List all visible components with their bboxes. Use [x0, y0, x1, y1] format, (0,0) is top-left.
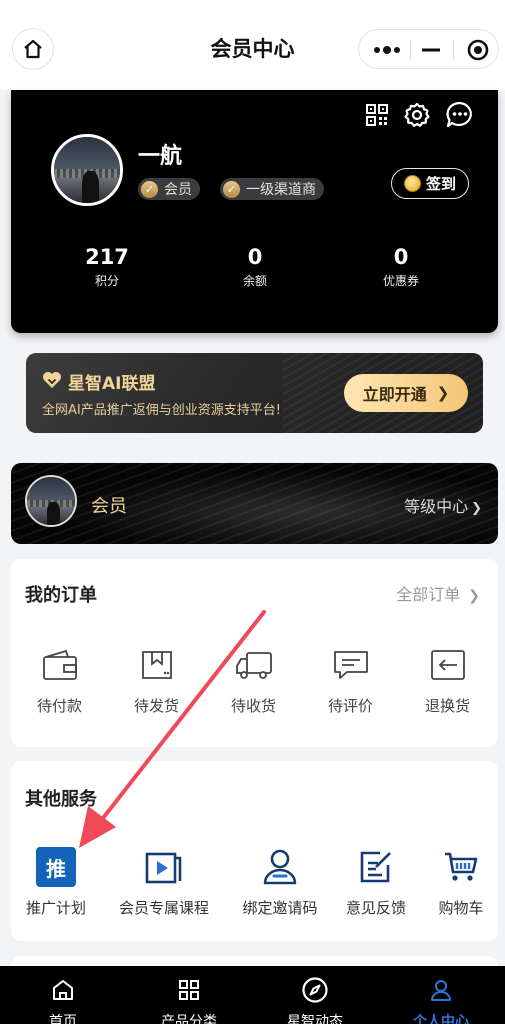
- orders-panel: 我的订单 全部订单 ❯ 待付款 待发货 待收货 待评价 退换货: [11, 559, 498, 747]
- tab-categories[interactable]: 产品分类: [126, 966, 252, 1024]
- stat-label: 余额: [242, 274, 267, 288]
- close-target-icon[interactable]: [466, 38, 490, 62]
- mini-program-capsule: [358, 29, 499, 69]
- service-feedback[interactable]: 意见反馈: [336, 847, 416, 918]
- order-pending-receipt[interactable]: 待收货: [205, 647, 302, 716]
- tab-label: 个人中心: [413, 1014, 469, 1024]
- capsule-divider: [453, 40, 454, 60]
- avatar-small: [25, 475, 77, 527]
- stat-value: 0: [247, 245, 263, 269]
- stat-label: 优惠券: [382, 274, 419, 288]
- member-card: 一航 ✓ 会员 ✓ 一级渠道商 签到 217 积分 0 余额 0 优惠券: [11, 90, 498, 333]
- banner-subtitle: 全网AI产品推广返佣与创业资源支持平台!: [42, 403, 281, 418]
- promotion-icon: 推: [36, 847, 76, 887]
- wallet-icon: [42, 649, 77, 680]
- checkin-label: 签到: [425, 175, 456, 193]
- top-navbar: 会员中心: [0, 0, 505, 90]
- services-panel: 其他服务 推 推广计划 会员专属课程 绑定邀请码 意见反馈 购物车: [11, 761, 498, 941]
- tab-label: 首页: [49, 1014, 77, 1024]
- tab-home[interactable]: 首页: [0, 966, 126, 1024]
- order-label: 待收货: [230, 697, 276, 715]
- order-label: 待评价: [327, 697, 373, 715]
- service-label: 绑定邀请码: [242, 899, 318, 917]
- tab-label: 产品分类: [161, 1014, 217, 1024]
- ai-alliance-banner[interactable]: 星智AI联盟 全网AI产品推广返佣与创业资源支持平台! 立即开通 ❯: [26, 353, 483, 433]
- shopping-cart-icon: [445, 852, 478, 881]
- order-label: 退换货: [424, 697, 470, 715]
- member-badge-label: 会员: [164, 182, 192, 198]
- member-badge: ✓ 会员: [138, 178, 200, 200]
- service-label: 意见反馈: [345, 899, 406, 917]
- service-member-courses[interactable]: 会员专属课程: [111, 847, 217, 918]
- avatar-photo: [27, 477, 75, 525]
- all-orders-label: 全部订单: [396, 585, 461, 604]
- banner-title: 星智AI联盟: [68, 374, 156, 394]
- settings-icon[interactable]: [402, 100, 432, 130]
- service-label: 购物车: [438, 899, 484, 917]
- order-pending-review[interactable]: 待评价: [302, 647, 399, 716]
- stat-value: 217: [85, 245, 129, 269]
- user-icon: [431, 980, 451, 1001]
- grid-icon: [179, 980, 199, 1000]
- stat-balance[interactable]: 0 余额: [205, 244, 305, 289]
- stat-label: 积分: [94, 274, 119, 288]
- all-orders-link[interactable]: 全部订单 ❯: [396, 581, 480, 605]
- stat-points[interactable]: 217 积分: [57, 244, 157, 289]
- truck-icon: [235, 652, 272, 679]
- service-promotion-plan[interactable]: 推 推广计划: [11, 847, 101, 918]
- verified-icon: ✓: [223, 180, 240, 198]
- activate-button[interactable]: 立即开通 ❯: [344, 374, 468, 412]
- level-bar[interactable]: 会员 等级中心 ❯: [11, 463, 498, 544]
- order-pending-shipment[interactable]: 待发货: [108, 647, 205, 716]
- compass-icon: [302, 977, 328, 1003]
- channel-badge-label: 一级渠道商: [246, 182, 316, 198]
- service-label: 会员专属课程: [118, 899, 209, 917]
- service-label: 推广计划: [25, 899, 86, 917]
- return-icon: [430, 650, 465, 680]
- comment-icon: [333, 651, 368, 679]
- package-icon: [141, 651, 172, 679]
- avatar[interactable]: [51, 134, 123, 206]
- coin-icon: [403, 175, 421, 192]
- orders-title: 我的订单: [25, 585, 97, 606]
- level-center-link[interactable]: 等级中心 ❯: [404, 493, 482, 517]
- home-icon: [53, 980, 73, 1000]
- level-name: 会员: [91, 496, 127, 517]
- user-link-icon: [263, 849, 297, 885]
- service-shopping-cart[interactable]: 购物车: [421, 847, 501, 918]
- level-center-label: 等级中心: [404, 497, 469, 516]
- activate-label: 立即开通: [362, 385, 427, 404]
- tab-profile[interactable]: 个人中心: [378, 966, 504, 1024]
- channel-badge: ✓ 一级渠道商: [220, 178, 324, 200]
- checkin-button[interactable]: 签到: [391, 168, 469, 199]
- verified-icon: ✓: [141, 180, 158, 198]
- tab-label: 星智动态: [287, 1014, 343, 1024]
- heart-badge-icon: [43, 372, 61, 388]
- capsule-divider: [410, 40, 411, 60]
- avatar-photo: [54, 137, 120, 203]
- order-return-exchange[interactable]: 退换货: [399, 647, 496, 716]
- tab-news[interactable]: 星智动态: [252, 966, 378, 1024]
- chevron-right-icon: ❯: [468, 588, 480, 604]
- bottom-tabbar: 首页 产品分类 星智动态 个人中心: [0, 966, 505, 1024]
- edit-note-icon: [360, 851, 391, 883]
- stat-coupons[interactable]: 0 优惠券: [351, 244, 451, 289]
- more-icon[interactable]: [373, 43, 401, 57]
- services-title: 其他服务: [25, 789, 97, 810]
- chevron-right-icon: ❯: [436, 384, 450, 402]
- order-label: 待付款: [36, 697, 82, 715]
- message-icon[interactable]: [445, 100, 475, 130]
- order-label: 待发货: [133, 697, 179, 715]
- service-bind-invite-code[interactable]: 绑定邀请码: [230, 847, 330, 918]
- minimize-icon[interactable]: [422, 42, 440, 58]
- video-play-icon: [145, 852, 182, 884]
- chevron-right-icon: ❯: [471, 501, 482, 516]
- order-pending-payment[interactable]: 待付款: [11, 647, 108, 716]
- stat-value: 0: [393, 245, 409, 269]
- username: 一航: [138, 144, 183, 169]
- qrcode-icon[interactable]: [362, 100, 392, 130]
